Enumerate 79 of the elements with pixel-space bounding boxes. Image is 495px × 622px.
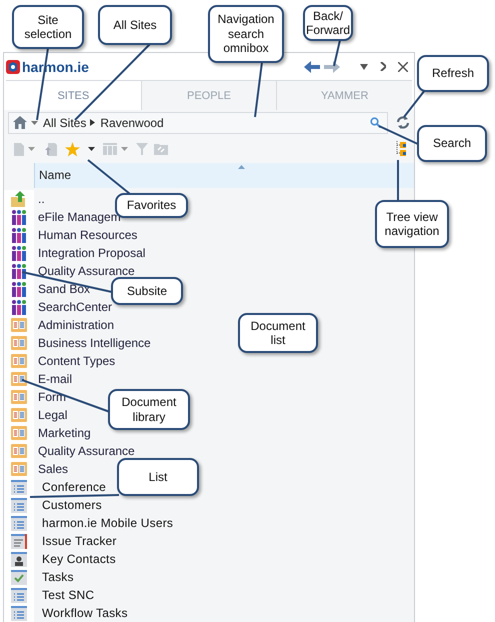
item-name[interactable]: Tasks <box>42 570 74 584</box>
people-group-icon <box>11 209 27 225</box>
leader-line <box>254 62 263 118</box>
column-header[interactable]: Name <box>34 162 414 188</box>
folder-up-icon <box>11 191 27 207</box>
back-arrow-icon[interactable] <box>304 60 320 73</box>
close-icon[interactable] <box>398 62 408 72</box>
people-group-icon <box>11 299 27 315</box>
contact-list-icon <box>11 551 27 567</box>
callout-label: Site selection <box>12 5 84 49</box>
document-library-icon <box>11 354 27 368</box>
item-name[interactable]: Content Types <box>38 354 116 368</box>
task-list-icon <box>11 569 27 585</box>
people-group-icon <box>11 227 27 243</box>
document-library-icon <box>11 408 27 422</box>
refresh-icon[interactable] <box>396 116 410 130</box>
forward-arrow-icon[interactable] <box>324 60 340 73</box>
callout-label: Document list <box>238 313 318 353</box>
item-name[interactable]: Sales <box>38 462 68 476</box>
callout-label: Navigation search omnibox <box>208 5 284 63</box>
document-library-icon <box>11 444 27 458</box>
callout-label: Search <box>417 125 487 162</box>
item-name[interactable]: Quality Assurance <box>38 444 135 458</box>
item-name[interactable]: Issue Tracker <box>42 534 117 548</box>
item-name[interactable]: Integration Proposal <box>38 246 146 260</box>
breadcrumb-link[interactable]: All Sites <box>43 116 86 130</box>
list-icon <box>11 605 27 621</box>
home-icon[interactable] <box>13 116 27 130</box>
item-name[interactable]: Key Contacts <box>42 552 116 566</box>
document-library-icon <box>11 372 27 386</box>
document-library-icon <box>11 426 27 440</box>
separator-arrow-icon <box>90 119 96 126</box>
item-name[interactable]: Legal <box>38 408 68 422</box>
item-name[interactable]: .. <box>38 192 45 206</box>
item-name[interactable]: Marketing <box>38 426 91 440</box>
people-group-icon <box>11 245 27 261</box>
leader-line <box>333 40 341 66</box>
chevron-right-icon[interactable] <box>380 62 386 72</box>
star-icon[interactable] <box>65 142 80 157</box>
item-name[interactable]: SearchCenter <box>38 300 112 314</box>
tree-view-icon[interactable] <box>396 141 406 158</box>
list-icon <box>11 479 27 495</box>
item-name[interactable]: Business Intelligence <box>38 336 151 350</box>
document-library-icon <box>11 318 27 332</box>
item-name[interactable]: Quality Assurance <box>38 264 135 278</box>
item-name[interactable]: Sand Box <box>38 282 90 296</box>
navigation-omnibox[interactable]: All Sites Ravenwood <box>8 112 388 134</box>
document-library-icon <box>11 462 27 476</box>
people-group-icon <box>11 263 27 279</box>
leader-line <box>403 89 426 118</box>
item-name[interactable]: Administration <box>38 318 114 332</box>
item-name[interactable]: harmon.ie Mobile Users <box>42 516 174 530</box>
callout-label: Back/ Forward <box>303 5 353 41</box>
document-library-icon <box>11 390 27 404</box>
callout-label: Tree view navigation <box>375 200 449 248</box>
issue-list-icon <box>11 533 27 549</box>
callout-label: Document library <box>108 389 190 430</box>
list-icon <box>11 497 27 513</box>
people-group-icon <box>11 281 27 297</box>
item-name[interactable]: Test SNC <box>42 588 94 602</box>
item-name[interactable]: E-mail <box>38 372 72 386</box>
list-icon <box>11 515 27 531</box>
callout-label: Subsite <box>111 277 183 305</box>
document-library-icon <box>11 336 27 350</box>
leader-line <box>397 160 399 201</box>
callout-label: List <box>117 458 199 496</box>
item-name[interactable]: Human Resources <box>38 228 138 242</box>
caret-icon[interactable] <box>88 147 95 152</box>
dropdown-icon[interactable] <box>360 64 368 70</box>
search-icon[interactable] <box>370 117 381 128</box>
callout-label: All Sites <box>98 5 172 45</box>
item-name[interactable]: Customers <box>42 498 102 512</box>
breadcrumb-link[interactable]: Ravenwood <box>100 116 164 130</box>
leader-line <box>87 159 131 195</box>
list-icon <box>11 587 27 603</box>
item-name[interactable]: Conference <box>42 480 106 494</box>
item-name[interactable]: Workflow Tasks <box>42 606 128 620</box>
callout-label: Refresh <box>417 55 489 92</box>
logo-icon <box>6 60 20 74</box>
